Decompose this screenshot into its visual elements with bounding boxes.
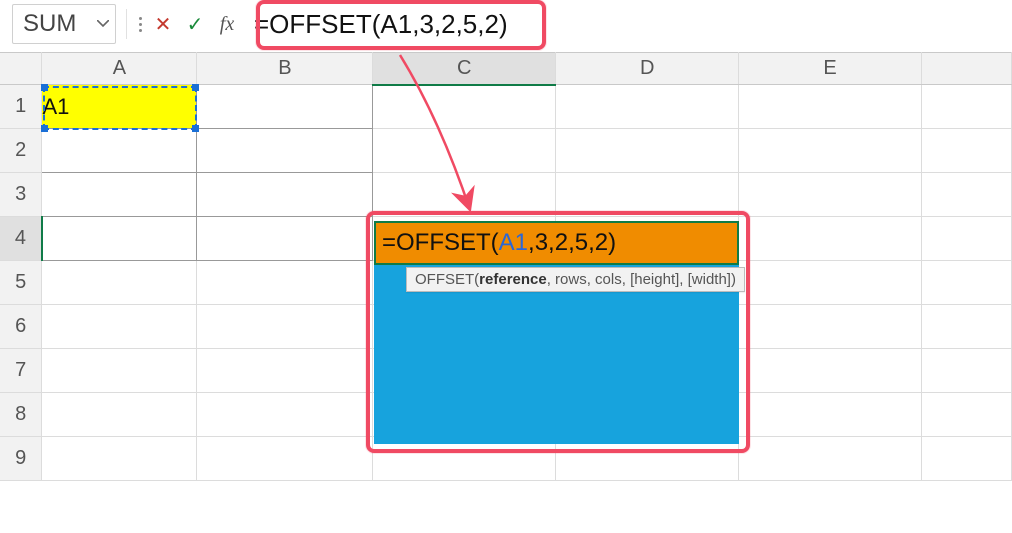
edit-cell-ref: A1 xyxy=(499,229,528,257)
cell-b6[interactable] xyxy=(197,305,373,349)
cancel-icon: ✕ xyxy=(155,12,172,37)
cell-e2[interactable] xyxy=(739,129,922,173)
cell-f7[interactable] xyxy=(922,349,1012,393)
cell-b3[interactable] xyxy=(197,173,373,217)
insert-function-button[interactable]: fx xyxy=(214,8,240,40)
row-header-3[interactable]: 3 xyxy=(0,173,42,217)
cell-f3[interactable] xyxy=(922,173,1012,217)
fx-icon: fx xyxy=(220,13,234,36)
cell-b4[interactable] xyxy=(197,217,373,261)
tooltip-fn: OFFSET( xyxy=(415,271,479,288)
col-header-d[interactable]: D xyxy=(556,53,739,85)
cell-c3[interactable] xyxy=(373,173,556,217)
formula-bar: SUM ✕ ✓ fx =OFFSET(A1,3,2,5,2) xyxy=(0,0,1012,52)
cell-a2[interactable] xyxy=(42,129,197,173)
cell-d2[interactable] xyxy=(556,129,739,173)
enter-button[interactable]: ✓ xyxy=(182,8,208,40)
cell-b1[interactable] xyxy=(197,85,373,129)
col-header-e[interactable]: E xyxy=(739,53,922,85)
edit-cell-suffix: ,3,2,5,2) xyxy=(528,229,616,257)
tooltip-rest: , rows, cols, [height], [width]) xyxy=(547,271,736,288)
cell-d1[interactable] xyxy=(556,85,739,129)
cell-c1[interactable] xyxy=(373,85,556,129)
function-tooltip[interactable]: OFFSET(reference, rows, cols, [height], … xyxy=(406,267,745,292)
cell-b8[interactable] xyxy=(197,393,373,437)
cell-e5[interactable] xyxy=(739,261,922,305)
select-all-corner[interactable] xyxy=(0,53,42,85)
col-header-b[interactable]: B xyxy=(197,53,373,85)
drag-handle-icon[interactable] xyxy=(137,17,144,32)
cell-a9[interactable] xyxy=(42,437,197,481)
cell-e8[interactable] xyxy=(739,393,922,437)
cell-e3[interactable] xyxy=(739,173,922,217)
cell-d3[interactable] xyxy=(556,173,739,217)
cell-a4[interactable] xyxy=(42,217,197,261)
row-header-9[interactable]: 9 xyxy=(0,437,42,481)
cancel-button[interactable]: ✕ xyxy=(150,8,176,40)
cell-a6[interactable] xyxy=(42,305,197,349)
row-header-6[interactable]: 6 xyxy=(0,305,42,349)
cell-a3[interactable] xyxy=(42,173,197,217)
separator xyxy=(126,9,127,39)
row-header-1[interactable]: 1 xyxy=(0,85,42,129)
name-box[interactable]: SUM xyxy=(12,4,116,44)
check-icon: ✓ xyxy=(187,12,204,37)
cell-e7[interactable] xyxy=(739,349,922,393)
cell-b9[interactable] xyxy=(197,437,373,481)
col-header-blank[interactable] xyxy=(922,53,1012,85)
cell-a7[interactable] xyxy=(42,349,197,393)
cell-e9[interactable] xyxy=(739,437,922,481)
row-header-8[interactable]: 8 xyxy=(0,393,42,437)
cell-f6[interactable] xyxy=(922,305,1012,349)
cell-a1[interactable]: A1 xyxy=(42,85,197,129)
chevron-down-icon xyxy=(97,20,109,27)
formula-text-suffix: ,3,2,5,2) xyxy=(412,9,507,40)
spreadsheet[interactable]: A B C D E 1 A1 2 3 4 5 xyxy=(0,52,1012,481)
cell-c2[interactable] xyxy=(373,129,556,173)
cell-b7[interactable] xyxy=(197,349,373,393)
formula-text-prefix: =OFFSET( xyxy=(254,9,380,40)
cell-f8[interactable] xyxy=(922,393,1012,437)
cell-e4[interactable] xyxy=(739,217,922,261)
cell-e1[interactable] xyxy=(739,85,922,129)
cell-f5[interactable] xyxy=(922,261,1012,305)
col-header-a[interactable]: A xyxy=(42,53,197,85)
row-header-2[interactable]: 2 xyxy=(0,129,42,173)
cell-a5[interactable] xyxy=(42,261,197,305)
tooltip-arg-reference: reference xyxy=(479,271,547,288)
cell-e6[interactable] xyxy=(739,305,922,349)
formula-text-ref: A1 xyxy=(380,9,412,40)
name-box-value: SUM xyxy=(23,10,76,38)
row-header-5[interactable]: 5 xyxy=(0,261,42,305)
formula-input[interactable]: =OFFSET(A1,3,2,5,2) xyxy=(246,4,1002,44)
cell-a8[interactable] xyxy=(42,393,197,437)
cell-f9[interactable] xyxy=(922,437,1012,481)
row-header-4[interactable]: 4 xyxy=(0,217,42,261)
col-header-c[interactable]: C xyxy=(373,53,556,85)
cell-b2[interactable] xyxy=(197,129,373,173)
column-header-row: A B C D E xyxy=(0,53,1012,85)
cell-f4[interactable] xyxy=(922,217,1012,261)
edit-cell-prefix: =OFFSET( xyxy=(382,229,499,257)
cell-f2[interactable] xyxy=(922,129,1012,173)
active-edit-cell[interactable]: =OFFSET(A1,3,2,5,2) xyxy=(374,221,739,265)
cell-f1[interactable] xyxy=(922,85,1012,129)
cell-b5[interactable] xyxy=(197,261,373,305)
row-header-7[interactable]: 7 xyxy=(0,349,42,393)
